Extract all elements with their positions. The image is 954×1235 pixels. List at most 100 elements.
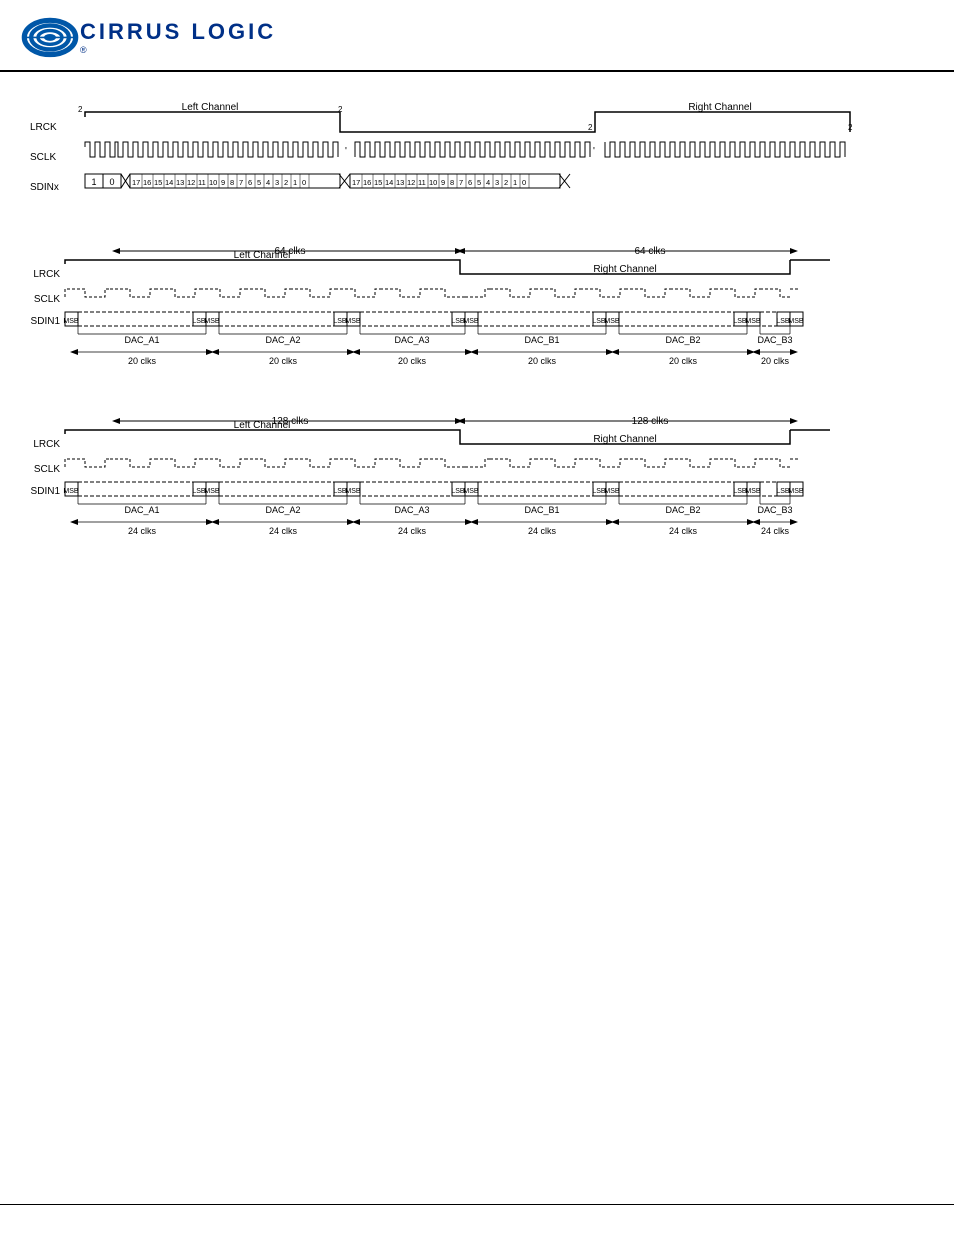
rbit-8: 8 xyxy=(450,178,454,187)
sclk-wave-left-1 xyxy=(85,142,338,157)
d2-right-arrowhead-r xyxy=(790,248,798,254)
rbit-10: 10 xyxy=(429,178,437,187)
rbit-6: 6 xyxy=(468,178,472,187)
rbit-9: 9 xyxy=(441,178,445,187)
d3-daca2-text: DAC_A2 xyxy=(265,505,300,515)
d2-b1-data xyxy=(478,312,593,326)
sclk-gap-2: ' xyxy=(593,146,595,157)
d3-sclk-label: SCLK xyxy=(34,464,60,475)
bit-11: 11 xyxy=(198,178,206,187)
d2-end-msb: MSB xyxy=(788,318,804,325)
rbit-0: 0 xyxy=(522,178,526,187)
bit-13: 13 xyxy=(176,178,184,187)
d2-a2-data xyxy=(219,312,334,326)
d2-b2-clk-text: 20 clks xyxy=(669,356,698,366)
right-channel-label-1: Right Channel xyxy=(688,102,751,113)
rbit-1: 1 xyxy=(513,178,517,187)
d2-dacb3-text: DAC_B3 xyxy=(757,335,792,345)
d3-lrck-label: LRCK xyxy=(33,439,60,450)
diagram2-svg: 64 clks 64 clks LRCK Left Channel Right … xyxy=(30,242,910,372)
d3-left-arrowhead-l xyxy=(112,418,120,424)
d3-dacb1-text: DAC_B1 xyxy=(524,505,559,515)
bit-17: 17 xyxy=(132,178,140,187)
d3-right-arrowhead-l xyxy=(457,418,465,424)
sdinx-val1: 1 xyxy=(91,177,96,187)
bit-5: 5 xyxy=(257,178,261,187)
header: CIRRUS LOGIC ® xyxy=(0,0,954,72)
d3-a2-msb: MSB xyxy=(204,488,220,495)
d2-b3-data xyxy=(760,312,777,326)
rbit-12: 12 xyxy=(407,178,415,187)
sclk-label-1: SCLK xyxy=(30,152,56,163)
d3-b1-msb: MSB xyxy=(463,488,479,495)
d2-dacb1-text: DAC_B1 xyxy=(524,335,559,345)
bit-annot-1d: 2 xyxy=(848,123,853,132)
d3-b1-data xyxy=(478,482,593,496)
diagram1: LRCK Left Channel Right Channel 2 2 2 2 … xyxy=(30,102,924,202)
d2-daca1-text: DAC_A1 xyxy=(124,335,159,345)
rbit-13: 13 xyxy=(396,178,404,187)
rbit-4: 4 xyxy=(486,178,490,187)
sclk-wave-mid-1 xyxy=(355,142,590,157)
diagram3: 128 clks 128 clks LRCK Left Channel Righ… xyxy=(30,412,924,542)
d2-a2-msb: MSB xyxy=(204,318,220,325)
d3-sclk-group xyxy=(65,459,800,467)
bit-4: 4 xyxy=(266,178,270,187)
d2-a3-clk-arrowhead-l xyxy=(352,349,360,355)
d3-dacb2-text: DAC_B2 xyxy=(665,505,700,515)
d2-b2-clk-arrowhead-l xyxy=(611,349,619,355)
d3-a3-clk-text: 24 clks xyxy=(398,526,427,536)
d3-b3-clk-text: 24 clks xyxy=(761,526,790,536)
bit-annot-1c: 2 xyxy=(588,123,593,132)
d3-a3-ahl xyxy=(352,519,360,525)
d2-b1-clk-arrowhead-l xyxy=(470,349,478,355)
d3-sdin1-label: SDIN1 xyxy=(31,486,61,497)
bit-annot-1b: 2 xyxy=(338,105,343,114)
rbit-14: 14 xyxy=(385,178,393,187)
lrck-label-1: LRCK xyxy=(30,122,57,133)
d2-a2-clk-text: 20 clks xyxy=(269,356,298,366)
d2-b2-data xyxy=(619,312,734,326)
d2-a3-clk-text: 20 clks xyxy=(398,356,427,366)
logo: CIRRUS LOGIC ® xyxy=(20,12,276,62)
d3-b2-data xyxy=(619,482,734,496)
footer-divider xyxy=(0,1204,954,1205)
d3-b2-ahl xyxy=(611,519,619,525)
bit-annot-1a: 2 xyxy=(78,105,83,114)
d3-a2-ahl xyxy=(211,519,219,525)
d2-daca2-text: DAC_A2 xyxy=(265,335,300,345)
d3-lrck-wave xyxy=(65,430,790,444)
bit-8: 8 xyxy=(230,178,234,187)
diagram1-svg: LRCK Left Channel Right Channel 2 2 2 2 … xyxy=(30,102,910,202)
d2-a3-msb: MSB xyxy=(345,318,361,325)
bit-1: 1 xyxy=(293,178,297,187)
rbit-15: 15 xyxy=(374,178,382,187)
lrck-wave-1 xyxy=(85,112,850,132)
d2-right-channel: Right Channel xyxy=(593,264,656,275)
bit-6: 6 xyxy=(248,178,252,187)
sdinx-val2: 0 xyxy=(109,177,114,187)
d3-daca3-text: DAC_A3 xyxy=(394,505,429,515)
d3-b1-ahl xyxy=(470,519,478,525)
d2-a2-clk-arrowhead-l xyxy=(211,349,219,355)
logo-icon xyxy=(20,12,80,62)
trademark: ® xyxy=(80,45,276,55)
d2-sclk-group xyxy=(65,289,800,297)
bit-0-left: 0 xyxy=(302,178,306,187)
bit-16: 16 xyxy=(143,178,151,187)
sclk-wave-right-1 xyxy=(605,142,845,157)
d3-b3-data xyxy=(760,482,777,496)
d3-b2-clk-text: 24 clks xyxy=(669,526,698,536)
d2-b2-msb: MSB xyxy=(604,318,620,325)
d2-left-channel: Left Channel xyxy=(234,250,291,261)
d3-right-arrowhead-r xyxy=(790,418,798,424)
d3-a2-clk-text: 24 clks xyxy=(269,526,298,536)
d3-a1-data xyxy=(78,482,193,496)
d2-b3-clk-text: 20 clks xyxy=(761,356,790,366)
diagram2: 64 clks 64 clks LRCK Left Channel Right … xyxy=(30,242,924,372)
d2-a1-clk-arrowhead-l xyxy=(70,349,78,355)
d3-a2-data xyxy=(219,482,334,496)
d3-b1-clk-text: 24 clks xyxy=(528,526,557,536)
rbit-5: 5 xyxy=(477,178,481,187)
d2-right-arrowhead-l xyxy=(457,248,465,254)
